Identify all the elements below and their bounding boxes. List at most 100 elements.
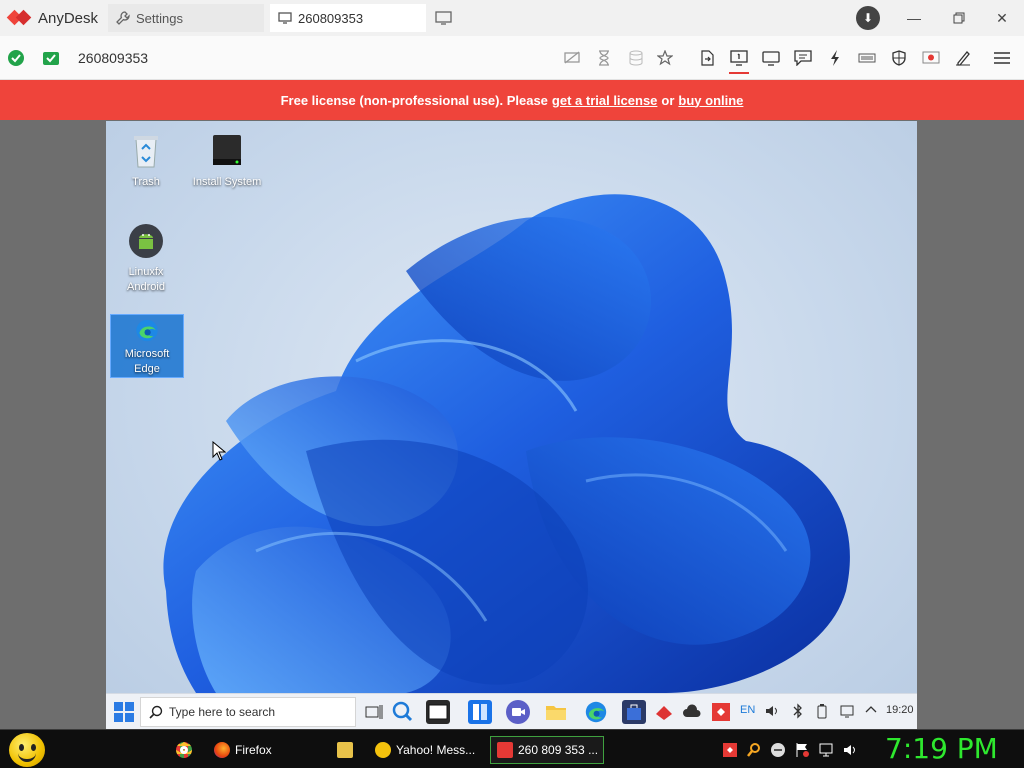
tray-battery-icon[interactable] (816, 703, 828, 722)
anydesk-taskbar-label: 260 809 353 ... (518, 743, 599, 757)
tray-language[interactable]: EN (740, 704, 755, 716)
tab-remote-session[interactable]: 260809353 (270, 4, 426, 32)
desktop-icon-linuxfx-android[interactable]: Linuxfx Android (109, 221, 183, 295)
wallpaper-bloom (163, 194, 850, 693)
desktop-icon-label: Install System (192, 176, 262, 188)
store-button[interactable] (622, 700, 646, 724)
remote-taskbar: Type here to search EN 19:20 (106, 693, 917, 729)
minimize-icon: — (907, 10, 921, 26)
tray-volume-icon[interactable] (764, 703, 780, 722)
widgets-button[interactable] (468, 700, 492, 724)
file-explorer-button[interactable] (544, 700, 568, 724)
search-icon (149, 705, 163, 719)
terminal-app-button[interactable] (426, 700, 450, 724)
remote-desktop-view[interactable]: Trash Install System Linuxfx Android Mic… (106, 121, 917, 729)
monitor-icon (278, 12, 292, 24)
firefox-icon (214, 742, 230, 758)
banner-or: or (661, 92, 675, 108)
folder-taskbar-button[interactable] (331, 736, 361, 764)
close-button[interactable]: ✕ (990, 6, 1014, 30)
session-file-icon (701, 50, 714, 66)
tab-remote-label: 260809353 (298, 10, 364, 26)
display-1-button[interactable] (727, 46, 751, 74)
tray-anydesk-icon[interactable] (722, 742, 738, 758)
task-view-icon (365, 705, 383, 719)
tab-settings[interactable]: Settings (108, 4, 264, 32)
buy-online-link[interactable]: buy online (678, 93, 743, 108)
chat-button[interactable] (791, 46, 815, 70)
keyboard-icon (858, 53, 876, 63)
privacy-mode-button[interactable] (560, 46, 584, 70)
tray-network-icon[interactable] (818, 742, 834, 758)
yahoo-messenger-taskbar-button[interactable]: Yahoo! Mess... (369, 736, 481, 764)
desktop-icon-trash[interactable]: Trash (109, 131, 183, 190)
desktop-icon-microsoft-edge[interactable]: Microsoft Edge (110, 314, 184, 378)
host-clock[interactable]: 7:19 PM (885, 732, 998, 765)
permissions-button[interactable] (887, 46, 911, 70)
desktop-icon-label: Trash (132, 176, 160, 188)
screen-button[interactable] (759, 46, 783, 70)
tray-volume-icon[interactable] (842, 742, 858, 758)
tray-bluetooth-icon[interactable] (792, 703, 804, 722)
teams-chat-button[interactable] (506, 700, 530, 724)
desktop-icon-install-system[interactable]: Install System (190, 131, 264, 190)
firefox-label: Firefox (235, 743, 272, 757)
wrench-icon (116, 11, 130, 25)
widgets-icon (473, 704, 487, 720)
magnifier-icon (392, 701, 413, 722)
start-smiley-button[interactable] (9, 733, 45, 767)
search-app-button[interactable] (390, 700, 414, 724)
menu-icon (994, 52, 1010, 64)
app-name: AnyDesk (38, 9, 99, 27)
yahoo-smiley-icon (375, 742, 391, 758)
firefox-taskbar-button[interactable]: Firefox (208, 736, 320, 764)
tray-messenger-icon[interactable] (770, 742, 786, 758)
edge-icon (585, 701, 607, 723)
title-bar: AnyDesk Settings 260809353 ⬇ — ✕ (0, 0, 1024, 36)
keyboard-button[interactable] (855, 46, 879, 70)
edge-taskbar-button[interactable] (584, 700, 608, 724)
host-taskbar: Firefox Yahoo! Mess... 260 809 353 ... 7… (0, 729, 1024, 768)
permissions-icon (892, 50, 906, 66)
trial-license-link[interactable]: get a trial license (552, 93, 658, 108)
hourglass-button[interactable] (592, 46, 616, 70)
favorites-button[interactable] (653, 46, 677, 70)
chat-icon (794, 50, 812, 66)
chrome-taskbar-button[interactable] (170, 736, 200, 764)
tray-app-red-icon[interactable] (654, 702, 674, 725)
license-banner: Free license (non-professional use). Ple… (0, 80, 1024, 120)
android-icon (129, 224, 163, 258)
teams-icon (512, 708, 525, 716)
tray-flag-icon[interactable] (794, 742, 810, 758)
desktop-icon-label: Linuxfx Android (127, 266, 165, 293)
record-button[interactable] (919, 46, 943, 70)
tray-anydesk-icon[interactable] (711, 702, 731, 725)
windows-start-button[interactable] (114, 702, 134, 722)
folder-icon (546, 706, 566, 720)
actions-button[interactable] (823, 46, 847, 70)
remote-clock[interactable]: 19:20 (886, 704, 914, 716)
tray-cloud-icon[interactable] (682, 702, 702, 725)
folder-icon (337, 742, 353, 758)
restore-button[interactable] (947, 6, 971, 30)
anydesk-taskbar-button[interactable]: 260 809 353 ... (490, 736, 604, 764)
hourglass-icon (599, 50, 609, 66)
tray-network-icon[interactable] (840, 703, 856, 722)
tray-search-icon[interactable] (746, 742, 762, 758)
chrome-icon (176, 742, 192, 758)
yahoo-messenger-label: Yahoo! Mess... (396, 743, 476, 757)
banner-text: Free license (non-professional use). Ple… (280, 92, 548, 108)
taskbar-search-box[interactable]: Type here to search (140, 697, 356, 727)
minimize-button[interactable]: — (902, 6, 926, 30)
download-button[interactable]: ⬇ (856, 6, 880, 30)
anydesk-brand: AnyDesk (6, 8, 99, 28)
restore-icon (953, 12, 965, 24)
task-view-button[interactable] (362, 700, 386, 724)
new-session-button[interactable] (433, 8, 455, 28)
whiteboard-button[interactable] (951, 46, 975, 70)
database-button[interactable] (624, 46, 648, 70)
tray-overflow-chevron-icon[interactable] (864, 703, 878, 720)
file-transfer-button[interactable] (695, 46, 719, 70)
mouse-cursor-icon (212, 441, 226, 461)
menu-button[interactable] (990, 46, 1014, 70)
